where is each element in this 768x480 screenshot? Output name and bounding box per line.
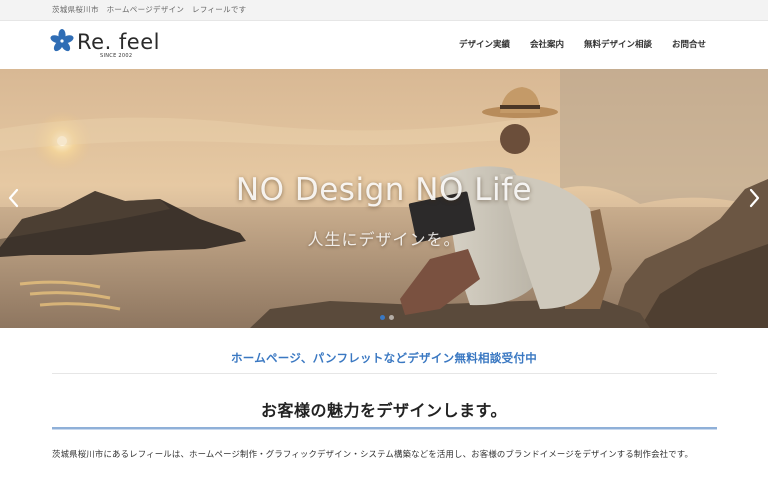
intro-paragraph: 茨城県桜川市にあるレフィールは、ホームページ制作・グラフィックデザイン・システム… bbox=[52, 449, 694, 459]
top-info-bar: 茨城県桜川市 ホームページデザイン レフィールです bbox=[0, 0, 768, 21]
flower-logo-icon bbox=[50, 29, 74, 52]
hero-subtitle: 人生にデザインを。 bbox=[307, 230, 461, 249]
nav-item-company[interactable]: 会社案内 bbox=[530, 38, 564, 50]
nav-item-free-consultation[interactable]: 無料デザイン相談 bbox=[584, 38, 652, 50]
section-heading: お客様の魅力をデザインします。 bbox=[261, 401, 507, 420]
consultation-banner[interactable]: ホームページ、パンフレットなどデザイン無料相談受付中 bbox=[0, 350, 768, 366]
top-info-text: 茨城県桜川市 ホームページデザイン レフィールです bbox=[52, 5, 247, 14]
chevron-right-icon bbox=[749, 188, 760, 208]
nav-item-works[interactable]: デザイン実績 bbox=[459, 38, 510, 50]
logo-since: SINCE 2002 bbox=[100, 53, 133, 59]
nav-item-contact[interactable]: お問合せ bbox=[672, 38, 706, 50]
slider-pagination bbox=[370, 315, 400, 321]
slider-dot-2[interactable] bbox=[389, 315, 394, 320]
page: 茨城県桜川市 ホームページデザイン レフィールです Re. feel SINCE… bbox=[0, 0, 768, 480]
hero-title: NO Design NO Life bbox=[235, 172, 533, 208]
slider-dot-1[interactable] bbox=[380, 315, 385, 320]
chevron-left-icon bbox=[8, 188, 19, 208]
site-logo[interactable]: Re. feel SINCE 2002 bbox=[50, 29, 160, 63]
slider-prev-button[interactable] bbox=[6, 186, 22, 210]
heading-underline bbox=[52, 427, 717, 429]
slider-next-button[interactable] bbox=[746, 186, 762, 210]
logo-wordmark: Re. feel bbox=[77, 30, 160, 54]
site-header: Re. feel SINCE 2002 デザイン実績 会社案内 無料デザイン相談… bbox=[0, 21, 768, 68]
hero-slider[interactable]: NO Design NO Life 人生にデザインを。 bbox=[0, 69, 768, 328]
divider bbox=[52, 373, 717, 374]
